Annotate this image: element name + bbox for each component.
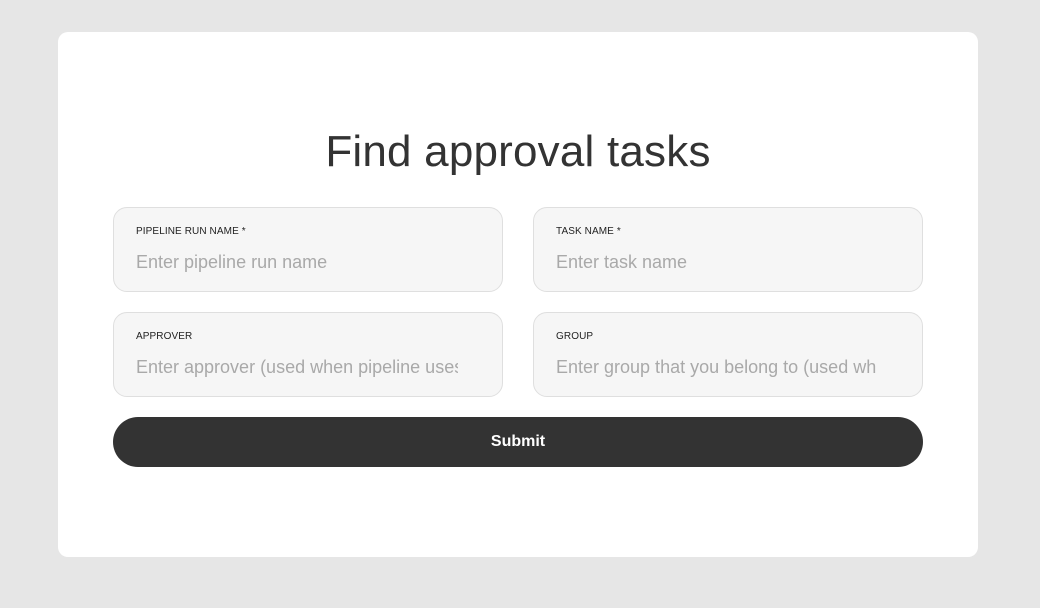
form-card: Find approval tasks Pipeline run name * …	[58, 32, 978, 557]
pipeline-run-name-field[interactable]: Pipeline run name *	[113, 207, 503, 292]
group-input[interactable]	[556, 355, 878, 379]
pipeline-run-name-label: Pipeline run name *	[136, 226, 246, 237]
submit-button[interactable]: Submit	[113, 417, 923, 467]
page-title: Find approval tasks	[325, 127, 711, 176]
task-name-field[interactable]: Task name *	[533, 207, 923, 292]
group-field[interactable]: Group	[533, 312, 923, 397]
approver-label: Approver	[136, 331, 193, 342]
task-name-label: Task name *	[556, 226, 621, 237]
pipeline-run-name-input[interactable]	[136, 250, 458, 274]
approver-field[interactable]: Approver	[113, 312, 503, 397]
task-name-input[interactable]	[556, 250, 878, 274]
approver-input[interactable]	[136, 355, 458, 379]
group-label: Group	[556, 331, 594, 342]
